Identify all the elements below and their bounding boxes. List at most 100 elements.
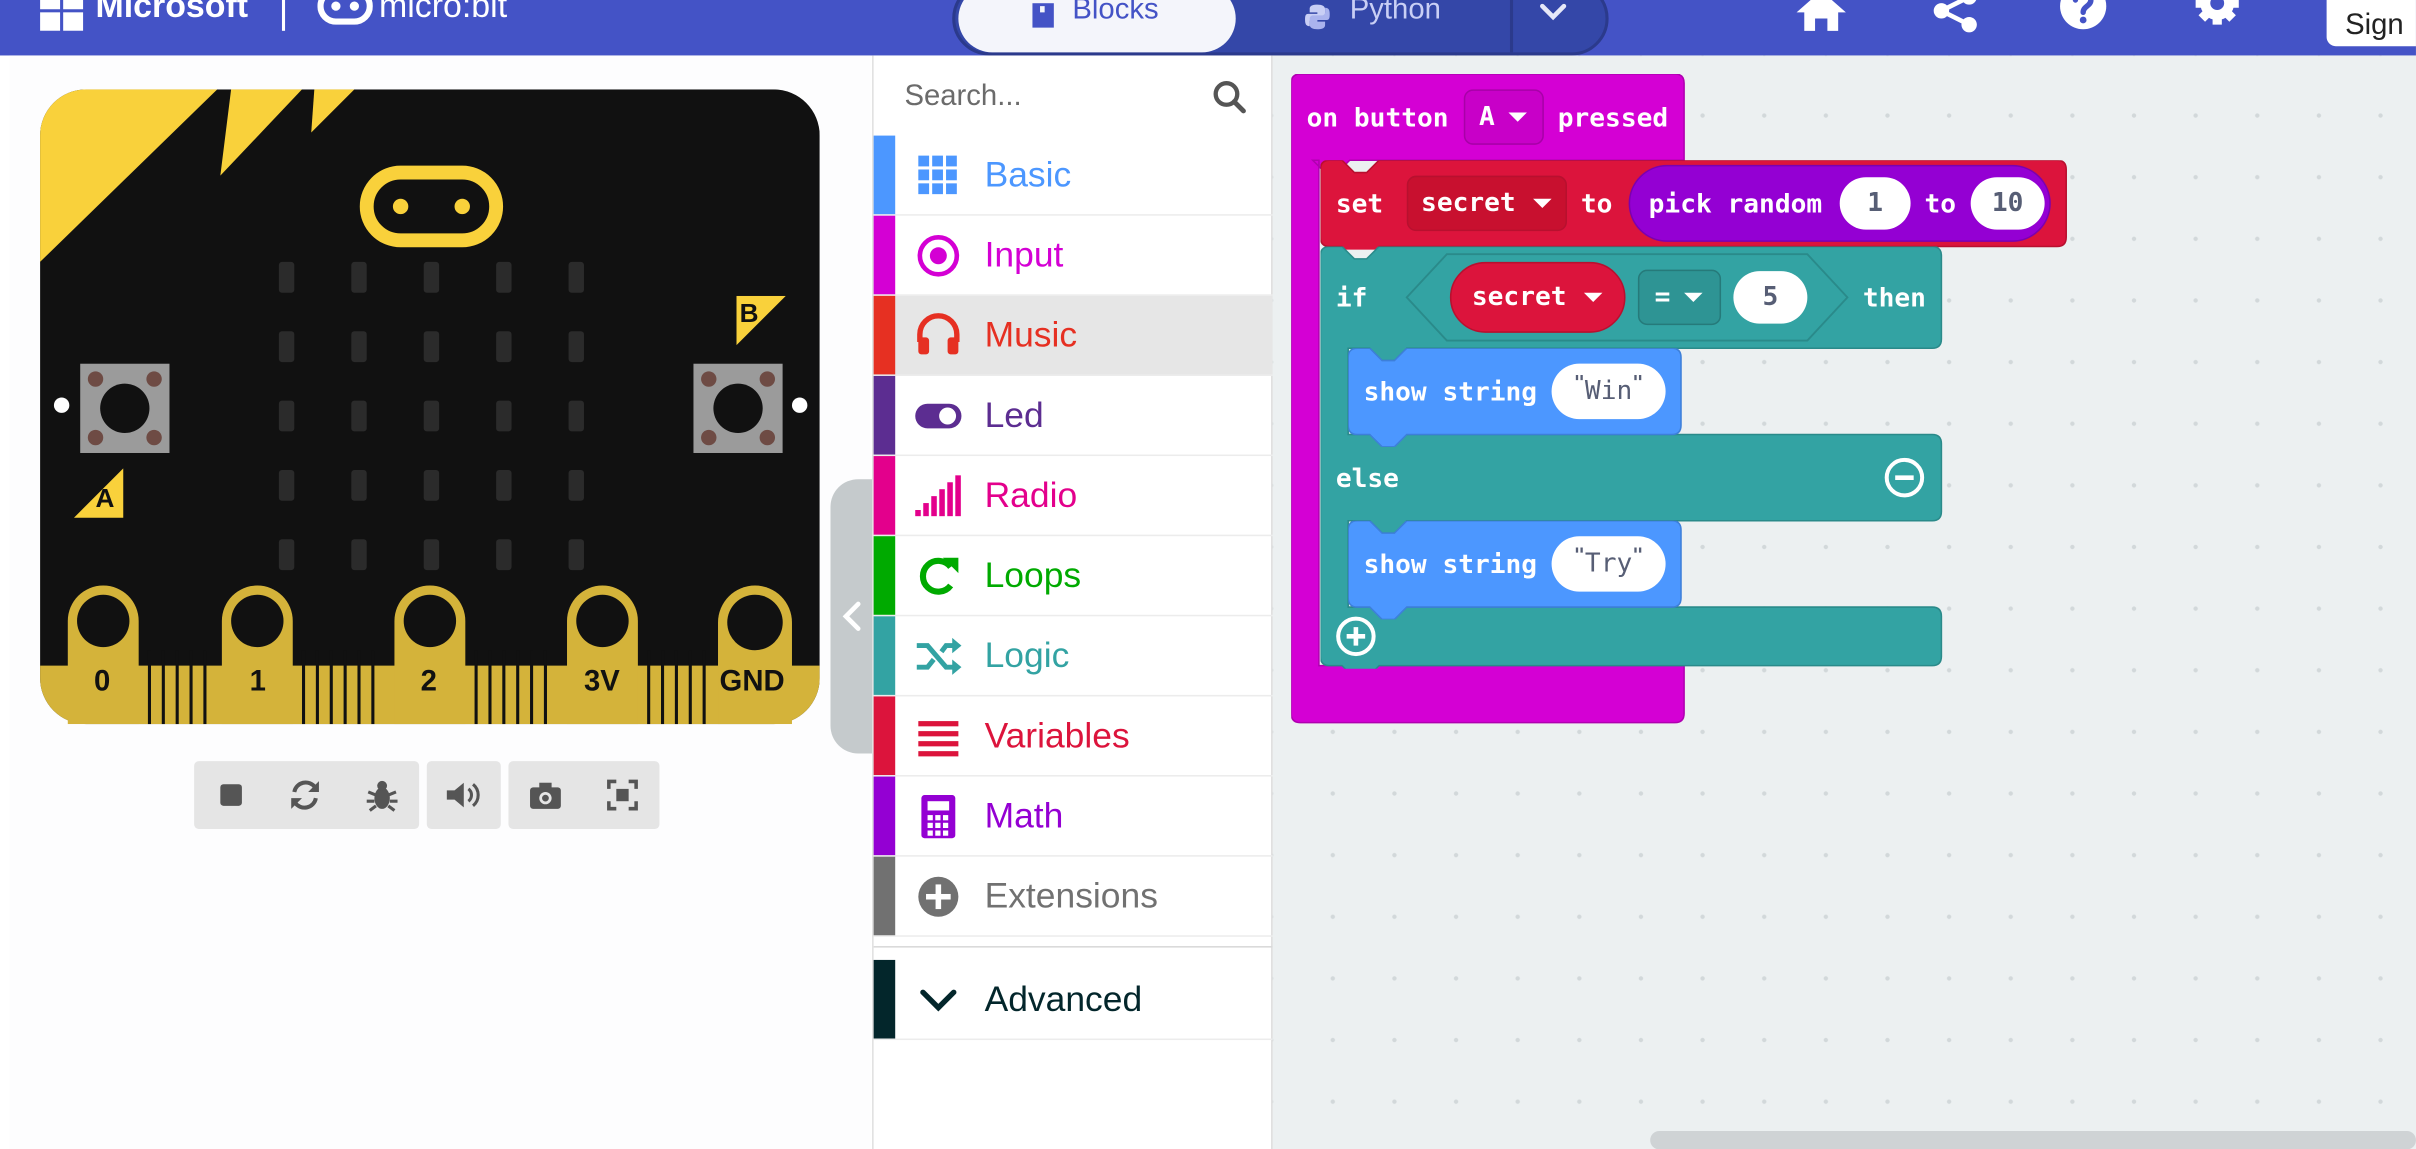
led-pixel xyxy=(568,469,584,501)
category-color-bar xyxy=(873,135,896,215)
edge-connector-stripe xyxy=(488,650,492,725)
dropdown-arrow-icon xyxy=(1532,198,1552,209)
show-string-try-block[interactable]: show string " Try " xyxy=(1348,520,1684,620)
remove-else-button[interactable] xyxy=(1884,457,1925,498)
string-input-win[interactable]: " Win " xyxy=(1551,363,1666,420)
help-button[interactable] xyxy=(2059,0,2111,37)
string-input-try[interactable]: " Try " xyxy=(1551,536,1666,592)
sound-button[interactable] xyxy=(427,761,501,829)
loop-arrow-icon xyxy=(914,552,963,601)
category-color-bar xyxy=(873,215,896,295)
led-matrix xyxy=(278,261,587,571)
toolbox-category-music[interactable]: Music xyxy=(873,295,1273,376)
random-to-value: 10 xyxy=(1991,187,2024,219)
board-button-b[interactable] xyxy=(693,363,783,453)
debug-button[interactable] xyxy=(345,761,419,829)
edge-connector-stripe xyxy=(502,650,506,725)
toolbox-category-math[interactable]: Math xyxy=(873,776,1273,857)
led-pixel xyxy=(568,400,584,432)
home-button[interactable] xyxy=(1793,0,1846,37)
category-color-bar xyxy=(873,776,896,856)
edge-connector-stripe xyxy=(357,650,361,725)
compare-value-input[interactable]: 5 xyxy=(1733,271,1808,324)
toolbox-separator xyxy=(873,946,1273,948)
event-text-on-button: on button xyxy=(1306,103,1449,135)
pin-1-label: 1 xyxy=(249,665,266,698)
pick-random-block[interactable]: pick random 1 to 10 xyxy=(1628,164,2051,242)
toolbox-search-input[interactable] xyxy=(904,77,1198,118)
operator-dropdown[interactable]: = xyxy=(1637,269,1722,326)
edge-connector xyxy=(40,570,820,725)
toolbox-category-led[interactable]: Led xyxy=(873,375,1273,457)
restart-button[interactable] xyxy=(268,761,342,829)
comparison-block[interactable]: secret = 5 xyxy=(1404,253,1851,342)
sign-in-label: Sign xyxy=(2345,9,2404,42)
led-pixel xyxy=(278,469,295,501)
toolbox-category-input[interactable]: Input xyxy=(873,215,1273,296)
chevron-left-icon xyxy=(842,601,861,631)
search-button[interactable] xyxy=(1210,77,1250,117)
edge-connector-stripe xyxy=(661,650,665,725)
makecode-editor: Microsoft micro:bit Blocks Python Sign A… xyxy=(0,0,2416,1149)
microsoft-logo-icon xyxy=(40,0,84,31)
led-pixel xyxy=(423,539,440,571)
string-close-quote: " xyxy=(1632,543,1644,566)
settings-button[interactable] xyxy=(2191,0,2243,37)
workspace-horizontal-scrollbar[interactable] xyxy=(1650,1130,2416,1149)
pin-hole-3 xyxy=(576,594,629,648)
toolbox-category-radio[interactable]: Radio xyxy=(873,456,1273,537)
toolbox-category-advanced[interactable]: Advanced xyxy=(873,959,1273,1041)
sound-icon xyxy=(446,782,480,808)
mode-menu-dropdown[interactable] xyxy=(1525,0,1580,43)
category-label-variables: Variables xyxy=(984,714,1130,755)
tab-blocks[interactable]: Blocks xyxy=(958,0,1236,53)
string-open-quote: " xyxy=(1573,371,1585,393)
random-from-value: 1 xyxy=(1867,187,1884,219)
led-pixel xyxy=(278,331,295,363)
led-pixel xyxy=(496,261,512,293)
share-button[interactable] xyxy=(1929,0,1981,37)
category-label-led: Led xyxy=(984,394,1044,435)
lines-icon xyxy=(914,712,963,761)
pin-hole-4 xyxy=(727,594,783,651)
fullscreen-button[interactable] xyxy=(586,761,660,829)
grid-icon xyxy=(914,151,963,200)
category-color-bar xyxy=(873,616,896,695)
edge-connector-stripe xyxy=(161,650,165,725)
gear-icon xyxy=(2195,0,2239,25)
string-close-quote: " xyxy=(1632,371,1644,393)
share-icon xyxy=(1933,0,1977,33)
set-variable-block[interactable]: set secret to pick random 1 to 10 xyxy=(1320,160,2069,250)
edge-connector-stripe xyxy=(175,650,179,725)
secret-variable-reporter[interactable]: secret xyxy=(1449,261,1626,333)
show-string-text: show string xyxy=(1363,377,1538,409)
dropdown-arrow-icon xyxy=(1684,292,1703,302)
category-label-logic: Logic xyxy=(984,634,1070,675)
secret-variable-name: secret xyxy=(1421,187,1516,219)
category-color-bar xyxy=(873,295,896,375)
tab-python[interactable]: Python xyxy=(1279,0,1495,52)
toolbox-category-logic[interactable]: Logic xyxy=(873,616,1273,697)
camera-icon xyxy=(530,782,561,809)
show-string-win-block[interactable]: show string " Win " xyxy=(1348,348,1684,447)
toolbox-category-loops[interactable]: Loops xyxy=(873,536,1273,617)
board-button-a[interactable] xyxy=(80,363,170,453)
toolbox-category-extensions[interactable]: Extensions xyxy=(873,856,1273,937)
screenshot-button[interactable] xyxy=(508,761,582,829)
sign-in-button[interactable]: Sign xyxy=(2326,0,2416,47)
string-value-win: Win xyxy=(1584,375,1633,407)
add-else-if-button[interactable] xyxy=(1336,616,1376,657)
edge-connector-stripe xyxy=(371,650,375,725)
random-to-input[interactable]: 10 xyxy=(1970,177,2045,230)
category-color-bar xyxy=(873,456,896,535)
toolbox-category-variables[interactable]: Variables xyxy=(873,696,1273,777)
debug-icon xyxy=(366,780,398,812)
collapse-simulator-button[interactable] xyxy=(830,479,874,754)
button-a-dropdown[interactable]: A xyxy=(1463,89,1544,145)
random-from-input[interactable]: 1 xyxy=(1839,177,1911,230)
toolbox-category-basic[interactable]: Basic xyxy=(873,135,1273,216)
stop-button[interactable] xyxy=(194,761,268,829)
secret-variable-dropdown[interactable]: secret xyxy=(1406,175,1567,232)
button-b-label: B xyxy=(739,298,759,329)
button-a-value: A xyxy=(1478,101,1495,133)
